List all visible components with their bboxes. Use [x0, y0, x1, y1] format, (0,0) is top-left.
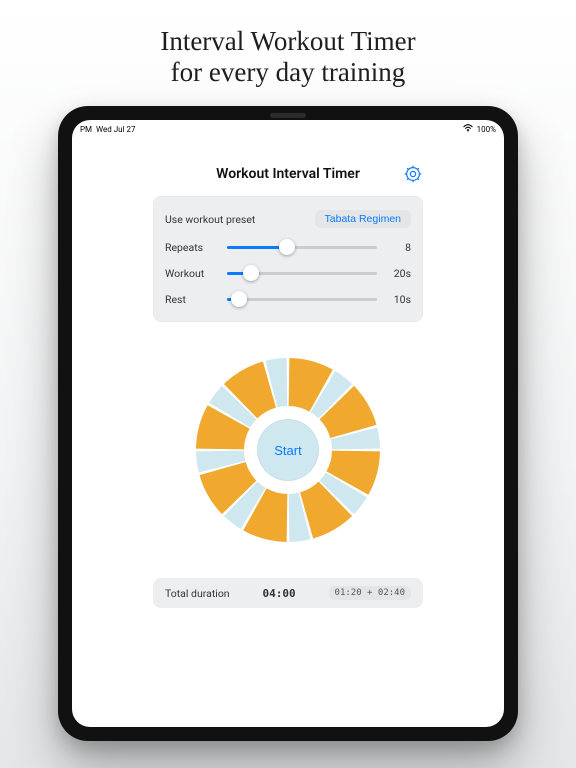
preset-button[interactable]: Tabata Regimen [315, 210, 411, 228]
workout-slider[interactable] [227, 266, 377, 280]
preset-label: Use workout preset [165, 213, 255, 226]
duration-split: 01:20 + 02:40 [329, 586, 411, 600]
status-bar: PM Wed Jul 27 100% [72, 120, 504, 136]
wifi-icon [463, 124, 473, 134]
app-content: Workout Interval Timer Use workout prese… [72, 136, 504, 727]
rest-row: Rest 10s [165, 286, 411, 312]
repeats-value: 8 [377, 241, 411, 254]
workout-value: 20s [377, 267, 411, 280]
device-screen: PM Wed Jul 27 100% Workout Interval Time… [72, 120, 504, 727]
duration-total: 04:00 [263, 587, 296, 600]
device-notch [270, 113, 306, 118]
status-time: PM [80, 125, 92, 134]
settings-panel: Use workout preset Tabata Regimen Repeat… [153, 196, 423, 322]
preset-row: Use workout preset Tabata Regimen [165, 206, 411, 232]
hero-title: Interval Workout Timer for every day tra… [160, 26, 415, 88]
duration-panel: Total duration 04:00 01:20 + 02:40 [153, 578, 423, 608]
app-title: Workout Interval Timer [216, 166, 360, 182]
interval-ring: Start [188, 350, 388, 550]
gear-icon [404, 165, 422, 183]
duration-label: Total duration [165, 587, 230, 600]
workout-row: Workout 20s [165, 260, 411, 286]
repeats-label: Repeats [165, 241, 227, 254]
status-battery: 100% [477, 125, 496, 134]
settings-button[interactable] [403, 164, 423, 184]
status-date: Wed Jul 27 [96, 125, 135, 134]
repeats-slider[interactable] [227, 240, 377, 254]
rest-value: 10s [377, 293, 411, 306]
workout-label: Workout [165, 267, 227, 280]
rest-label: Rest [165, 293, 227, 306]
hero-line-1: Interval Workout Timer [160, 26, 415, 56]
rest-slider[interactable] [227, 292, 377, 306]
tablet-frame: PM Wed Jul 27 100% Workout Interval Time… [58, 106, 518, 741]
hero-line-2: for every day training [171, 57, 406, 87]
app-title-row: Workout Interval Timer [153, 166, 423, 182]
start-button[interactable]: Start [257, 419, 319, 481]
repeats-row: Repeats 8 [165, 234, 411, 260]
